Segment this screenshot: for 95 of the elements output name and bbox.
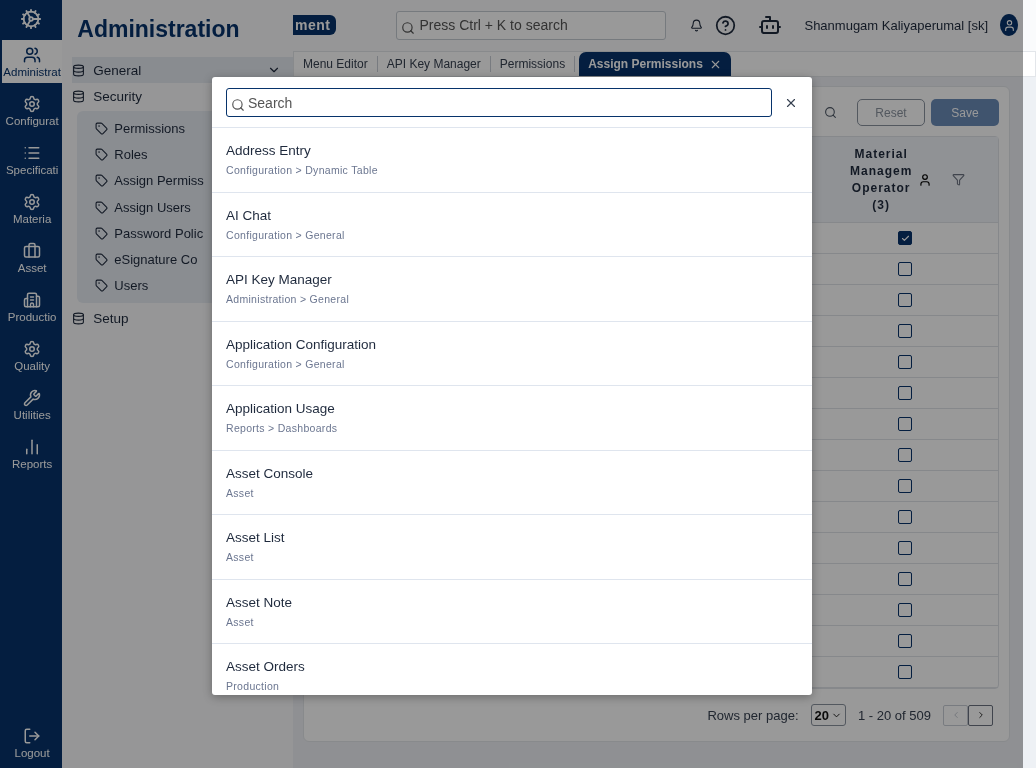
result-title: API Key Manager — [226, 272, 333, 288]
tag-icon — [95, 279, 109, 293]
search-field[interactable]: Search — [226, 88, 772, 117]
result-title: Application Configuration — [226, 336, 378, 352]
panel-title: Administration — [76, 16, 241, 44]
logout-button[interactable]: Logout — [2, 721, 63, 764]
result-path: Configuration > General — [226, 228, 346, 241]
checkbox[interactable] — [898, 665, 912, 679]
rail-item[interactable]: Materia — [2, 187, 63, 230]
filter-icon[interactable] — [952, 173, 966, 186]
checkbox[interactable] — [898, 355, 912, 369]
checkbox[interactable] — [898, 417, 912, 431]
result-title: Asset Orders — [226, 659, 306, 675]
rail-item[interactable]: Asset — [2, 236, 63, 279]
tag-icon — [95, 226, 109, 240]
checkbox[interactable] — [898, 386, 912, 400]
database-icon — [72, 63, 86, 77]
checkbox[interactable] — [898, 479, 912, 493]
rail-item[interactable]: Specificati — [2, 138, 63, 181]
tree-item[interactable]: General — [72, 57, 293, 83]
search-icon[interactable] — [824, 106, 837, 119]
wrench-icon — [23, 388, 42, 407]
rail-item[interactable]: Quality — [2, 334, 63, 377]
rail-item[interactable]: Administrat — [2, 40, 63, 83]
gear-logo-icon — [20, 8, 43, 30]
user-name: Shanmugam Kaliyaperumal [sk] — [804, 18, 988, 33]
bell-icon[interactable] — [690, 19, 704, 32]
result-path: Configuration > Dynamic Table — [226, 164, 379, 177]
result-path: Configuration > General — [226, 357, 346, 370]
check-icon — [900, 233, 910, 243]
result-path: Asset — [226, 615, 255, 628]
page-range: 1 - 20 of 509 — [858, 707, 931, 723]
database-icon — [72, 311, 86, 325]
result-title: Asset List — [226, 530, 286, 546]
logout-icon — [23, 726, 42, 745]
checkbox[interactable] — [898, 448, 912, 462]
tab[interactable]: Menu Editor — [294, 56, 378, 72]
people-icon — [23, 45, 42, 64]
checkbox[interactable] — [898, 634, 912, 648]
rail-item[interactable]: Productio — [2, 285, 63, 328]
tab[interactable]: Permissions — [490, 56, 576, 72]
checkbox[interactable] — [898, 262, 912, 276]
result-path: Production — [226, 680, 281, 693]
result-path: Asset — [226, 551, 255, 564]
next-page-button[interactable] — [968, 704, 993, 726]
tag-icon — [95, 200, 109, 214]
search-result[interactable]: API Key Manager Administration > General — [212, 257, 812, 322]
gear-icon — [23, 339, 42, 358]
global-search-field[interactable]: Press Ctrl + K to search — [396, 11, 667, 40]
building-icon — [23, 290, 42, 309]
search-result[interactable]: AI Chat Configuration > General — [212, 192, 812, 257]
result-path: Administration > General — [226, 293, 351, 306]
tab[interactable]: Assign Permissions — [579, 52, 731, 76]
result-title: Address Entry — [226, 143, 312, 159]
search-result[interactable]: Asset Note Asset — [212, 579, 812, 644]
tag-icon — [95, 147, 109, 161]
help-icon[interactable] — [715, 15, 737, 36]
checkbox[interactable] — [898, 231, 912, 245]
checkbox[interactable] — [898, 572, 912, 586]
checkbox[interactable] — [898, 324, 912, 338]
tag-icon — [95, 253, 109, 267]
result-path: Asset — [226, 486, 255, 499]
checkbox[interactable] — [898, 541, 912, 555]
search-result[interactable]: Asset List Asset — [212, 515, 812, 580]
briefcase-icon — [23, 241, 42, 260]
search-icon — [401, 21, 416, 35]
result-title: Asset Console — [226, 465, 315, 481]
column-title: Material Managem Operator (3) — [850, 145, 913, 214]
gear-icon — [23, 192, 42, 211]
rows-per-page-label: Rows per page: — [707, 707, 799, 723]
checkbox[interactable] — [898, 510, 912, 524]
gear-icon — [23, 94, 42, 113]
rail-item[interactable]: Utilities — [2, 383, 63, 426]
checkbox[interactable] — [898, 293, 912, 307]
module-badge: ment — [293, 15, 337, 36]
rail-item[interactable]: Reports — [2, 432, 63, 475]
tag-icon — [95, 121, 109, 135]
checkbox[interactable] — [898, 603, 912, 617]
search-icon — [231, 98, 245, 112]
result-title: Asset Note — [226, 594, 294, 610]
search-result[interactable]: Asset Orders Production — [212, 644, 812, 695]
search-result[interactable]: Application Configuration Configuration > General — [212, 321, 812, 386]
user-avatar[interactable] — [1000, 14, 1018, 37]
rows-per-page-select[interactable]: 20 — [810, 704, 846, 726]
search-result[interactable]: Asset Console Asset — [212, 450, 812, 515]
rail-item[interactable]: Configurat — [2, 89, 63, 132]
result-title: AI Chat — [226, 207, 273, 223]
tag-icon — [95, 174, 109, 188]
result-title: Application Usage — [226, 401, 336, 417]
search-result[interactable]: Address Entry Configuration > Dynamic Table — [212, 128, 812, 193]
database-icon — [72, 89, 86, 103]
tab[interactable]: API Key Manager — [377, 56, 491, 72]
person-icon[interactable] — [918, 172, 933, 187]
search-result[interactable]: Application Usage Reports > Dashboards — [212, 386, 812, 451]
result-path: Reports > Dashboards — [226, 422, 339, 435]
